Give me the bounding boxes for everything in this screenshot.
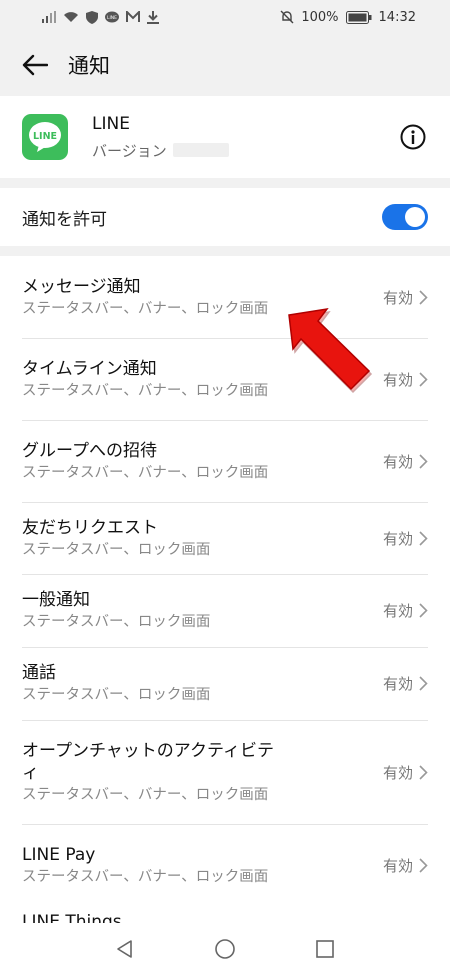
channel-item-message[interactable]: メッセージ通知 ステータスバー、バナー、ロック画面 有効 xyxy=(0,256,450,338)
channel-item-timeline[interactable]: タイムライン通知 ステータスバー、バナー、ロック画面 有効 xyxy=(0,338,450,420)
channel-subtitle: ステータスバー、バナー、ロック画面 xyxy=(22,868,269,885)
allow-notifications-toggle[interactable] xyxy=(382,204,428,230)
app-version: バージョン xyxy=(92,140,398,161)
wifi-icon xyxy=(63,11,79,23)
channel-status: 有効 xyxy=(383,369,428,390)
channel-status: 有効 xyxy=(383,673,428,694)
back-arrow-icon xyxy=(22,54,48,76)
circle-home-icon xyxy=(215,939,235,959)
chevron-right-icon xyxy=(419,453,428,469)
chevron-right-icon xyxy=(419,530,428,546)
nav-back-button[interactable] xyxy=(111,935,139,963)
channel-item-openchat-activity[interactable]: オープンチャットのアクティビティ ステータスバー、バナー、ロック画面 有効 xyxy=(0,720,450,824)
channel-subtitle: ステータスバー、ロック画面 xyxy=(22,541,211,558)
channel-item-friend-request[interactable]: 友だちリクエスト ステータスバー、ロック画面 有効 xyxy=(0,502,450,574)
triangle-back-icon xyxy=(117,940,132,958)
version-redacted xyxy=(172,143,229,157)
system-navigation-bar xyxy=(0,923,450,975)
channel-title: タイムライン通知 xyxy=(22,358,157,379)
channel-subtitle: ステータスバー、バナー、ロック画面 xyxy=(22,382,269,399)
channel-title: 一般通知 xyxy=(22,590,90,610)
channel-status: 有効 xyxy=(383,855,428,876)
status-text: 有効 xyxy=(382,602,413,620)
channel-subtitle: ステータスバー、バナー、ロック画面 xyxy=(22,786,269,803)
toggle-knob xyxy=(405,207,425,227)
channel-status: 有効 xyxy=(383,287,428,308)
line-icon-text: LINE xyxy=(33,131,57,142)
status-text: 有効 xyxy=(382,856,413,875)
channel-title: メッセージ通知 xyxy=(22,276,141,297)
clock: 14:32 xyxy=(378,9,416,25)
channel-subtitle: ステータスバー、バナー、ロック画面 xyxy=(22,464,269,481)
back-button[interactable] xyxy=(20,50,50,80)
channel-item-call[interactable]: 通話 ステータスバー、ロック画面 有効 xyxy=(0,647,450,720)
battery-icon xyxy=(345,10,372,24)
app-name: LINE xyxy=(92,113,130,134)
channel-title: 通話 xyxy=(22,663,56,683)
mail-icon xyxy=(126,11,140,23)
channel-item-line-pay[interactable]: LINE Pay ステータスバー、バナー、ロック画面 有効 xyxy=(0,824,450,906)
chevron-right-icon xyxy=(419,603,428,618)
download-icon xyxy=(147,10,159,24)
channel-subtitle: ステータスバー、ロック画面 xyxy=(22,614,211,630)
page-title: 通知 xyxy=(68,54,110,78)
channel-status: 有効 xyxy=(383,762,428,783)
status-text: 有効 xyxy=(382,452,413,471)
status-text: 有効 xyxy=(382,675,413,693)
channel-status: 有効 xyxy=(383,528,428,549)
nav-home-button[interactable] xyxy=(211,935,239,963)
status-bar: LINE 100% 14:32 xyxy=(0,0,450,34)
line-notification-icon: LINE xyxy=(105,11,119,24)
channel-title: オープンチャットのアクティビティ xyxy=(22,740,274,783)
status-text: 有効 xyxy=(382,370,413,389)
app-info-card: LINE LINE バージョン xyxy=(0,96,450,178)
info-icon xyxy=(400,124,426,150)
allow-notifications-label: 通知を許可 xyxy=(22,209,107,230)
channel-title: 友だちリクエスト xyxy=(22,517,158,538)
chevron-right-icon xyxy=(419,371,428,387)
line-app-icon: LINE xyxy=(22,114,68,160)
channel-status: 有効 xyxy=(383,451,428,472)
status-text: 有効 xyxy=(382,529,413,548)
app-bar: 通知 xyxy=(0,34,450,96)
allow-notifications-row[interactable]: 通知を許可 xyxy=(0,188,450,246)
battery-percent: 100% xyxy=(301,9,339,25)
channel-item-general[interactable]: 一般通知 ステータスバー、ロック画面 有効 xyxy=(0,574,450,647)
nav-recents-button[interactable] xyxy=(311,935,339,963)
status-text: 有効 xyxy=(382,288,413,307)
chevron-right-icon xyxy=(419,289,428,305)
version-label: バージョン xyxy=(92,141,167,160)
signal-icon xyxy=(42,11,56,23)
shield-icon xyxy=(86,10,98,24)
channel-item-group-invite[interactable]: グループへの招待 ステータスバー、バナー、ロック画面 有効 xyxy=(0,420,450,502)
mute-bell-icon xyxy=(280,10,294,24)
square-recents-icon xyxy=(316,940,334,958)
channel-subtitle: ステータスバー、ロック画面 xyxy=(22,687,211,703)
info-button[interactable] xyxy=(398,122,428,152)
channel-subtitle: ステータスバー、バナー、ロック画面 xyxy=(22,300,269,317)
channel-title: グループへの招待 xyxy=(22,440,157,461)
status-text: 有効 xyxy=(382,763,413,782)
channel-title: LINE Pay xyxy=(22,844,96,865)
chevron-right-icon xyxy=(419,764,428,780)
chevron-right-icon xyxy=(419,857,428,873)
svg-text:LINE: LINE xyxy=(107,15,117,21)
channel-status: 有効 xyxy=(383,600,428,621)
chevron-right-icon xyxy=(419,676,428,691)
notification-channel-list: メッセージ通知 ステータスバー、バナー、ロック画面 有効 タイムライン通知 ステ… xyxy=(0,256,450,926)
